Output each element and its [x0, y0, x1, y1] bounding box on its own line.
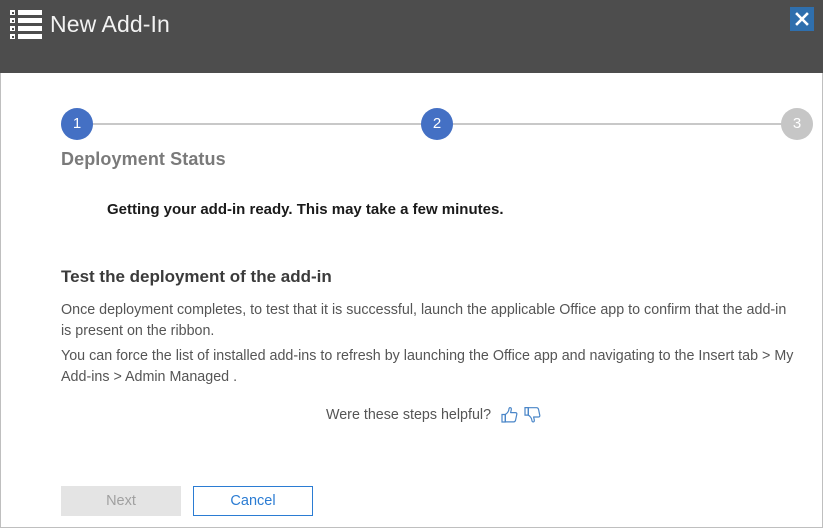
- next-button[interactable]: Next: [61, 486, 181, 516]
- cancel-button[interactable]: Cancel: [193, 486, 313, 516]
- title-bar-left: New Add-In: [10, 9, 170, 39]
- thumbs-down-button[interactable]: [523, 406, 542, 424]
- step-1[interactable]: 1: [61, 108, 93, 140]
- feedback-question: Were these steps helpful?: [326, 407, 491, 423]
- thumbs-up-button[interactable]: [500, 406, 519, 424]
- dialog-body: 1 2 3 Deployment Status Getting your add…: [0, 73, 823, 528]
- step-3[interactable]: 3: [781, 108, 813, 140]
- close-icon: [791, 8, 813, 30]
- status-message: Getting your add-in ready. This may take…: [107, 201, 503, 218]
- thumbs-down-icon: [523, 406, 542, 424]
- list-icon: [10, 9, 42, 39]
- step-2[interactable]: 2: [421, 108, 453, 140]
- window-title: New Add-In: [50, 9, 170, 39]
- test-deployment-title: Test the deployment of the add-in: [61, 267, 332, 287]
- feedback-row: Were these steps helpful?: [326, 406, 546, 424]
- thumbs-up-icon: [500, 406, 519, 424]
- title-bar: New Add-In: [0, 0, 823, 73]
- deployment-status-title: Deployment Status: [61, 149, 226, 170]
- close-button[interactable]: [790, 7, 814, 31]
- step-indicator: 1 2 3: [61, 108, 813, 140]
- test-deployment-paragraph-2: You can force the list of installed add-…: [61, 346, 794, 388]
- test-deployment-paragraph-1: Once deployment completes, to test that …: [61, 300, 794, 342]
- new-addin-dialog: New Add-In 1 2 3 Deployment Status Getti…: [0, 0, 823, 528]
